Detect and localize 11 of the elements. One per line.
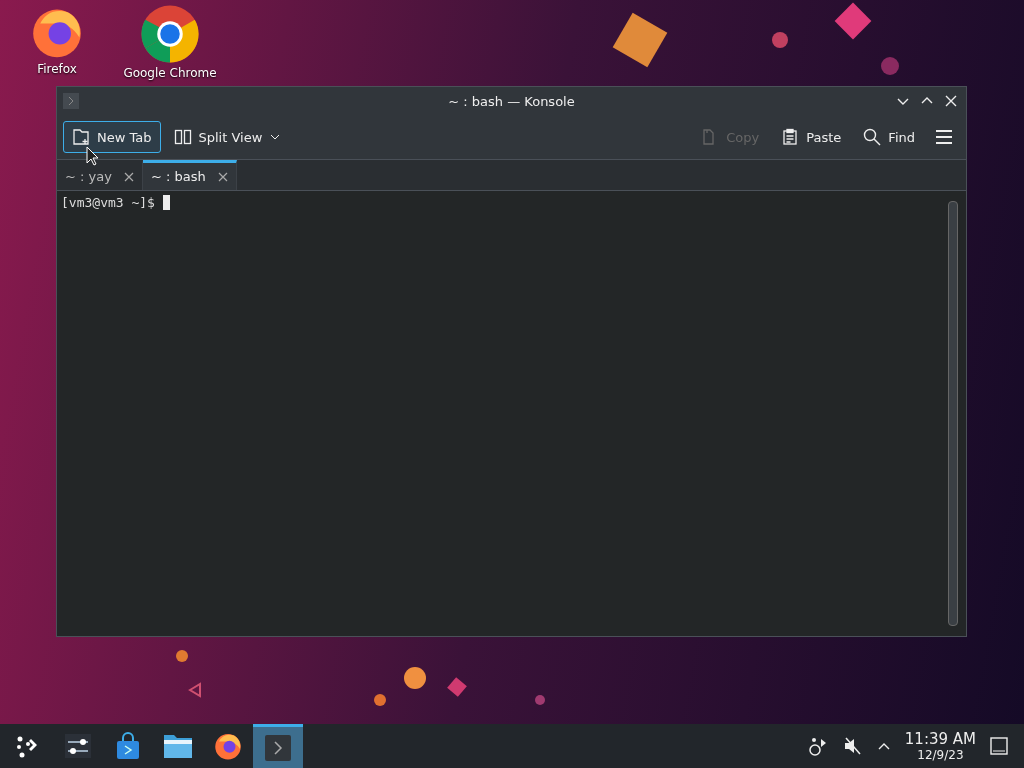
- paste-button[interactable]: Paste: [772, 121, 851, 153]
- window-title: ~ : bash — Konsole: [448, 93, 575, 109]
- desktop-icon-label[interactable]: Google Chrome: [123, 66, 217, 80]
- tab[interactable]: ~ : bash: [142, 160, 237, 190]
- find-button[interactable]: Find: [854, 121, 924, 153]
- clock-time[interactable]: 11:39 AM: [904, 730, 976, 748]
- shell-prompt: [vm3@vm3 ~]$: [61, 195, 155, 210]
- split-view-button[interactable]: Split View: [164, 121, 291, 153]
- clock-date[interactable]: 12/9/23: [917, 748, 964, 762]
- desktop-icon-label[interactable]: Firefox: [37, 62, 77, 76]
- new-tab-button[interactable]: New Tab: [63, 121, 161, 153]
